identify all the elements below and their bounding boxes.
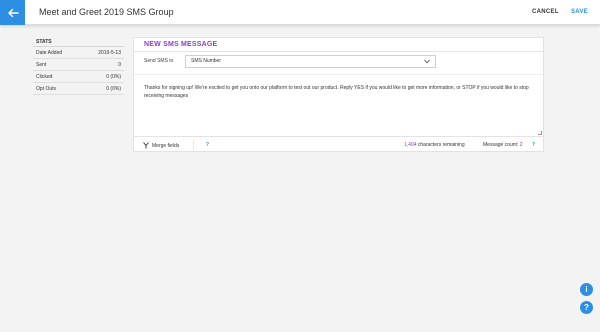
characters-remaining-text: characters remaining (417, 142, 465, 148)
page-title: Meet and Greet 2019 SMS Group (39, 7, 174, 17)
stats-value: 0 (118, 61, 121, 68)
send-to-row: Send SMS to SMS Number (134, 54, 543, 69)
message-count-help-icon[interactable]: ? (532, 142, 535, 148)
sms-composer-panel: NEW SMS MESSAGE Send SMS to SMS Number T… (133, 37, 544, 152)
composer-footer: Merge fields ? 1,404 characters remainin… (134, 139, 543, 151)
top-bar: Meet and Greet 2019 SMS Group CANCEL SAV… (0, 0, 600, 25)
stats-row-date-added: Date Added 2019-5-13 (33, 47, 124, 59)
chevron-down-icon (424, 59, 430, 64)
cancel-button[interactable]: CANCEL (532, 9, 559, 15)
message-textarea[interactable]: Thanks for signing up! We're excited to … (134, 74, 543, 137)
stats-value: 0 (0%) (106, 85, 121, 92)
message-text: Thanks for signing up! We're excited to … (144, 85, 529, 99)
send-to-label: Send SMS to (144, 58, 174, 64)
stats-label: Opt Outs (36, 85, 57, 92)
send-to-select[interactable]: SMS Number (185, 55, 436, 68)
resize-handle[interactable] (538, 131, 542, 135)
characters-remaining-number: 1,404 (404, 142, 417, 148)
merge-icon (143, 142, 149, 149)
stats-row-clicked: Clicked 0 (0%) (33, 71, 124, 83)
arrow-left-icon (7, 8, 19, 17)
stats-label: Clicked (36, 73, 53, 80)
message-count: Message count: 2 (483, 142, 522, 148)
merge-fields-button[interactable]: Merge fields (143, 142, 179, 149)
stats-row-opt-outs: Opt Outs 0 (0%) (33, 83, 124, 95)
stats-value: 2019-5-13 (98, 49, 121, 56)
message-count-label: Message count: (483, 142, 519, 148)
back-button[interactable] (0, 0, 25, 25)
stats-row-sent: Sent 0 (33, 59, 124, 71)
composer-heading: NEW SMS MESSAGE (134, 38, 543, 52)
merge-fields-help-icon[interactable]: ? (206, 142, 209, 148)
merge-fields-label: Merge fields (152, 142, 180, 149)
send-to-value: SMS Number (191, 58, 222, 64)
message-count-value: 2 (519, 142, 523, 148)
stats-heading: STATS (33, 37, 124, 47)
help-icon[interactable]: ? (580, 301, 593, 314)
stats-label: Date Added (36, 49, 63, 56)
stats-value: 0 (0%) (106, 73, 121, 80)
stats-panel: STATS Date Added 2019-5-13 Sent 0 Clicke… (33, 37, 124, 95)
save-button[interactable]: SAVE (571, 9, 588, 15)
footer-divider (193, 140, 194, 150)
characters-remaining: 1,404 characters remaining (404, 142, 465, 148)
info-icon[interactable]: i (580, 283, 593, 296)
stats-label: Sent (36, 61, 47, 68)
